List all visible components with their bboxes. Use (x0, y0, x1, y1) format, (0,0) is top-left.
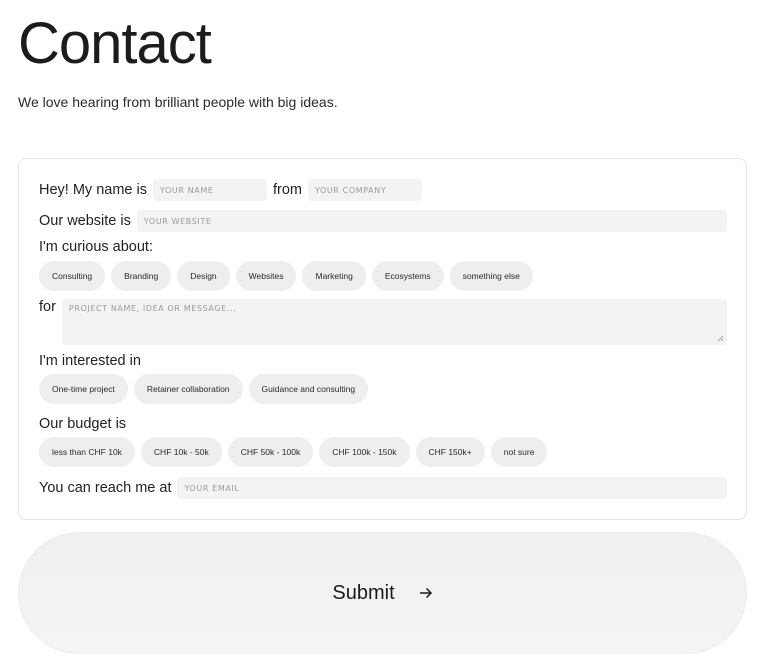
chip-consulting[interactable]: Consulting (39, 261, 106, 291)
intro-text: We love hearing from brilliant people wi… (18, 94, 338, 110)
interested-row: I'm interested in (39, 353, 141, 369)
contact-form: Hey! My name is from Our website is I'm … (18, 158, 747, 520)
interested-options: One-time project Retainer collaboration … (39, 374, 369, 404)
name-prefix-label: Hey! My name is (39, 182, 147, 198)
budget-options: less than CHF 10k CHF 10k - 50k CHF 50k … (39, 437, 548, 467)
submit-button[interactable]: Submit (18, 532, 747, 654)
chip-guidance-consulting[interactable]: Guidance and consulting (248, 374, 369, 404)
curious-row: I'm curious about: (39, 239, 153, 255)
message-field[interactable] (61, 299, 727, 345)
curious-options: Consulting Branding Design Websites Mark… (39, 261, 533, 291)
reach-label: You can reach me at (39, 480, 172, 496)
chip-retainer-collaboration[interactable]: Retainer collaboration (133, 374, 243, 404)
website-row: Our website is (39, 210, 727, 232)
message-wrapper (61, 299, 727, 345)
chip-budget-50k-100k[interactable]: CHF 50k - 100k (227, 437, 314, 467)
interested-label: I'm interested in (39, 353, 141, 369)
email-row: You can reach me at (39, 477, 728, 499)
chip-branding[interactable]: Branding (111, 261, 172, 291)
chip-websites[interactable]: Websites (235, 261, 297, 291)
for-label: for (39, 299, 56, 315)
chip-budget-150k-plus[interactable]: CHF 150k+ (415, 437, 485, 467)
chip-budget-10k-50k[interactable]: CHF 10k - 50k (140, 437, 222, 467)
chip-design[interactable]: Design (177, 261, 230, 291)
chip-budget-not-sure[interactable]: not sure (490, 437, 548, 467)
email-field[interactable] (177, 477, 728, 499)
resize-handle-icon[interactable] (717, 335, 724, 342)
from-label: from (272, 182, 302, 198)
arrow-right-icon (419, 587, 432, 599)
chip-ecosystems[interactable]: Ecosystems (371, 261, 444, 291)
chip-marketing[interactable]: Marketing (302, 261, 366, 291)
chip-budget-100k-150k[interactable]: CHF 100k - 150k (319, 437, 410, 467)
name-row: Hey! My name is from (39, 179, 422, 201)
company-field[interactable] (307, 179, 422, 201)
website-field[interactable] (136, 210, 727, 232)
budget-label: Our budget is (39, 416, 127, 432)
message-row: for (39, 299, 727, 345)
curious-label: I'm curious about: (39, 239, 153, 255)
budget-row: Our budget is (39, 416, 126, 432)
name-field[interactable] (152, 179, 267, 201)
chip-budget-less-10k[interactable]: less than CHF 10k (39, 437, 135, 467)
submit-label: Submit (332, 581, 395, 604)
chip-something-else[interactable]: something else (449, 261, 533, 291)
page-title: Contact (18, 11, 212, 76)
website-label: Our website is (39, 213, 131, 229)
chip-one-time-project[interactable]: One-time project (39, 374, 128, 404)
